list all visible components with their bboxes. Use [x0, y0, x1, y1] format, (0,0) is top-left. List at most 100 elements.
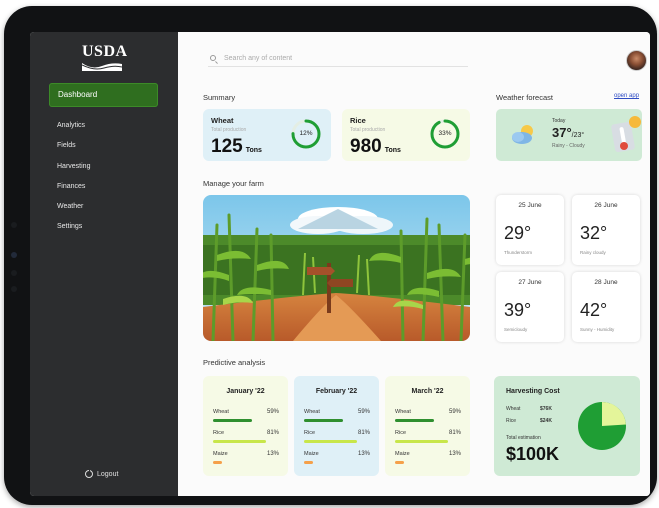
- forecast-temp: 39°: [504, 300, 532, 320]
- power-icon: [85, 469, 93, 478]
- sensor-dot: [11, 286, 17, 292]
- cost-value: $76K: [540, 406, 552, 412]
- tablet-frame: USDA Dashboard Analytics Fields Harvesti…: [4, 6, 657, 505]
- forecast-temp: 42°: [580, 300, 608, 320]
- forecast-desc: Thunderstorm: [504, 250, 533, 255]
- forecast-desc: Rainy cloudy: [580, 250, 606, 255]
- predictive-month-card[interactable]: March '22 Wheat 59% Rice 81% Maize 13%: [385, 376, 470, 476]
- crop-subtitle: Total production: [350, 127, 386, 133]
- forecast-card[interactable]: 25 June 29° Thunderstorm: [496, 195, 564, 265]
- crop-percent: 13%: [357, 451, 370, 457]
- temp-high: 37°: [552, 125, 572, 140]
- manage-farm-title: Manage your farm: [203, 179, 264, 188]
- crop-progress-bar: [395, 419, 434, 422]
- crop-progress-bar: [304, 461, 313, 464]
- weather-today-card[interactable]: Today 37°/23° Rainy - Cloudy: [496, 109, 642, 161]
- crop-value-number: 125: [211, 136, 243, 157]
- cost-value: $24K: [540, 418, 552, 424]
- wheat-summary-card[interactable]: Wheat Total production 125 Tons 12%: [203, 109, 331, 161]
- crop-progress-bar: [213, 419, 252, 422]
- open-app-link[interactable]: open app: [614, 93, 639, 99]
- crop-subtitle: Total production: [211, 127, 247, 133]
- crop-progress-bar: [304, 440, 358, 443]
- sidebar-item-dashboard[interactable]: Dashboard: [49, 83, 158, 107]
- forecast-temp: 29°: [504, 223, 532, 243]
- sidebar-item-fields[interactable]: Fields: [30, 140, 178, 160]
- crop-name: Wheat: [395, 409, 411, 415]
- summary-title: Summary: [203, 93, 236, 102]
- weather-forecast-title: Weather forecast: [496, 93, 553, 102]
- crop-name: Maize: [304, 451, 319, 457]
- crop-name: Wheat: [304, 409, 320, 415]
- camera-dot: [11, 252, 17, 258]
- main-content: Search any of content Summary Wheat Tota…: [178, 32, 650, 496]
- sidebar-item-analytics[interactable]: Analytics: [30, 120, 178, 140]
- harvesting-cost-card[interactable]: Harvesting Cost Wheat $76K Rice $24K Total…: [494, 376, 640, 476]
- predictive-month-card[interactable]: January '22 Wheat 59% Rice 81% Maize 13%: [203, 376, 288, 476]
- crop-percent: 81%: [357, 430, 370, 436]
- cost-row-rice: Rice $24K: [506, 418, 556, 424]
- crop-name: Rice: [304, 430, 316, 436]
- harvesting-cost-title: Harvesting Cost: [506, 388, 560, 395]
- forecast-date: 25 June: [518, 202, 542, 209]
- search-input[interactable]: Search any of content: [208, 50, 468, 67]
- crop-percent: 59%: [448, 409, 461, 415]
- crop-name: Wheat: [213, 409, 229, 415]
- crop-progress-bar: [213, 461, 222, 464]
- forecast-date: 26 June: [594, 202, 618, 209]
- month-label: March '22: [411, 388, 444, 395]
- cost-name: Wheat: [506, 406, 521, 412]
- crop-value-number: 980: [350, 136, 382, 157]
- crop-unit: Tons: [245, 147, 262, 154]
- crop-name: Rice: [213, 430, 225, 436]
- rice-percent: 33%: [438, 130, 452, 137]
- crop-progress-bar: [395, 461, 404, 464]
- crop-progress-bar: [304, 419, 343, 422]
- month-label: February '22: [315, 388, 358, 395]
- crop-percent: 81%: [448, 430, 461, 436]
- total-estimation-value: $100K: [506, 444, 560, 464]
- sidebar-item-weather[interactable]: Weather: [30, 201, 178, 221]
- logout-label: Logout: [97, 470, 119, 478]
- crop-value: 125 Tons: [211, 136, 262, 158]
- rice-summary-card[interactable]: Rice Total production 980 Tons 33%: [342, 109, 470, 161]
- sidebar-item-settings[interactable]: Settings: [30, 221, 178, 241]
- sidebar-item-finances[interactable]: Finances: [30, 181, 178, 201]
- crop-progress-bar: [395, 440, 449, 443]
- forecast-date: 28 June: [594, 279, 618, 286]
- today-label: Today: [552, 118, 566, 124]
- cornfield-image: [203, 195, 470, 341]
- search-placeholder: Search any of content: [224, 54, 293, 62]
- temp-low: /23°: [571, 132, 585, 139]
- predictive-analysis-title: Predictive analysis: [203, 358, 266, 367]
- month-label: January '22: [226, 388, 265, 395]
- cost-row-wheat: Wheat $76K: [506, 406, 556, 412]
- wheat-percent: 12%: [299, 130, 313, 137]
- crop-percent: 81%: [266, 430, 279, 436]
- forecast-card[interactable]: 26 June 32° Rainy cloudy: [572, 195, 640, 265]
- crop-name: Maize: [213, 451, 228, 457]
- crop-percent: 59%: [266, 409, 279, 415]
- crop-percent: 13%: [266, 451, 279, 457]
- crop-progress-bar: [213, 440, 267, 443]
- forecast-card[interactable]: 27 June 39° Semicloudy: [496, 272, 564, 342]
- forecast-date: 27 June: [518, 279, 542, 286]
- predictive-month-card[interactable]: February '22 Wheat 59% Rice 81% Maize 13%: [294, 376, 379, 476]
- total-estimation-label: Total estimation: [506, 435, 541, 441]
- cost-name: Rice: [506, 418, 517, 424]
- partly-cloudy-icon: [512, 125, 533, 144]
- thermometer-icon: [611, 116, 641, 153]
- logout-button[interactable]: Logout: [85, 469, 119, 478]
- forecast-temp: 32°: [580, 223, 608, 243]
- avatar[interactable]: [626, 50, 647, 71]
- usda-logo: USDA: [82, 44, 127, 74]
- crop-unit: Tons: [384, 147, 401, 154]
- sidebar-item-harvesting[interactable]: Harvesting: [30, 161, 178, 181]
- crop-percent: 13%: [448, 451, 461, 457]
- pie-slice-rice: [602, 402, 626, 426]
- forecast-card[interactable]: 28 June 42° Sunny - Humidity: [572, 272, 640, 342]
- app-screen: USDA Dashboard Analytics Fields Harvesti…: [30, 32, 650, 496]
- crop-name: Rice: [350, 116, 366, 125]
- farm-illustration[interactable]: [203, 195, 470, 341]
- sidebar-nav: Analytics Fields Harvesting Finances Wea…: [30, 120, 178, 242]
